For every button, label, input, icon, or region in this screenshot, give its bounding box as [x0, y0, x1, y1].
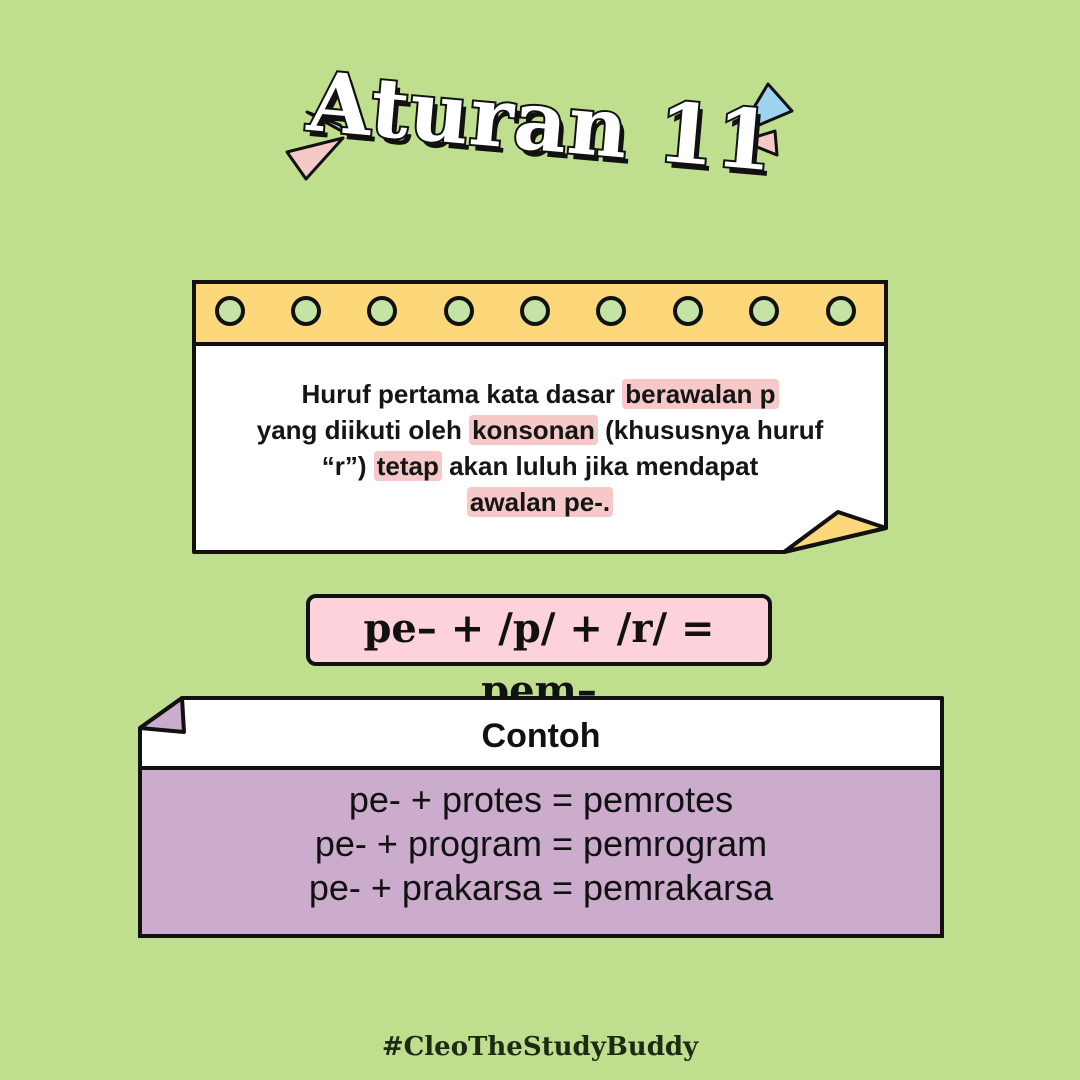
binder-ring-icon: [673, 296, 703, 326]
highlight: tetap: [373, 451, 442, 481]
binder-ring-icon: [367, 296, 397, 326]
example-header: Contoh: [481, 717, 601, 755]
binder-rings: [215, 296, 856, 326]
highlight: berawalan p: [622, 379, 779, 409]
binder-ring-icon: [444, 296, 474, 326]
highlight: konsonan: [469, 415, 598, 445]
footer-hashtag: #CleoTheStudyBuddy: [381, 1032, 699, 1062]
binder-ring-icon: [749, 296, 779, 326]
example-card: Contoh pe- + protes = pemrotes pe- + pro…: [138, 696, 944, 938]
rule-card: Huruf pertama kata dasar berawalan p yan…: [192, 280, 888, 554]
rule-line: yang diikuti oleh konsonan (khususnya hu…: [256, 415, 824, 445]
example-item: pe- + program = pemrogram: [314, 823, 768, 864]
binder-ring-icon: [520, 296, 550, 326]
rule-description: Huruf pertama kata dasar berawalan p yan…: [212, 376, 868, 520]
example-item: pe- + protes = pemrotes: [348, 779, 734, 820]
binder-ring-icon: [215, 296, 245, 326]
formula-box: pe– + /p/ + /r/ = pem–: [306, 594, 772, 714]
binder-ring-icon: [291, 296, 321, 326]
rule-line: “r”) tetap akan luluh jika mendapat: [321, 451, 759, 481]
rule-line: Huruf pertama kata dasar berawalan p: [212, 376, 868, 412]
rule-line: awalan pe-.: [212, 484, 868, 520]
example-item: pe- + prakarsa = pemrakarsa: [308, 867, 774, 908]
example-list: pe- + protes = pemrotes pe- + program = …: [138, 778, 944, 910]
binder-ring-icon: [826, 296, 856, 326]
title-banner: Aturan 11: [0, 0, 1080, 220]
highlight: awalan pe-.: [466, 487, 614, 517]
binder-ring-icon: [596, 296, 626, 326]
